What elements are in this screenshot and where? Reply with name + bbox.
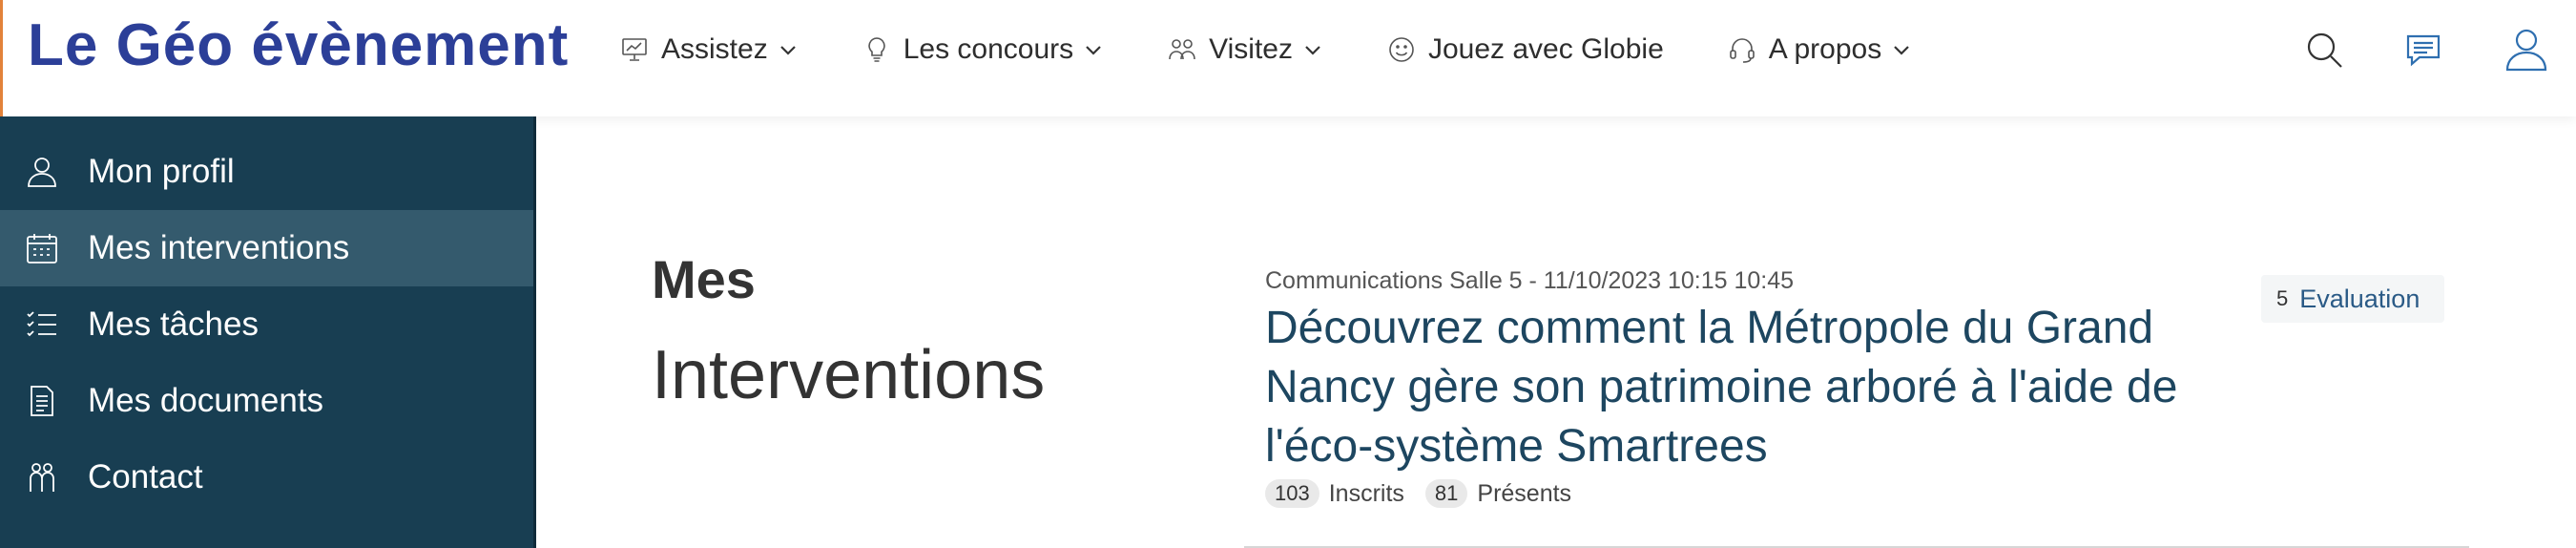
header-actions — [2299, 0, 2576, 99]
presentation-icon — [622, 38, 647, 61]
nav-item-assistez[interactable]: Assistez — [619, 33, 799, 66]
smiley-icon — [1389, 37, 1414, 62]
nav-item-concours[interactable]: Les concours — [862, 33, 1104, 66]
contact-icon — [30, 463, 54, 492]
lightbulb-icon — [867, 37, 885, 62]
messages-button[interactable] — [2399, 25, 2448, 74]
intervention-title-link[interactable]: Découvrez comment la Métropole du Grand … — [1265, 299, 2229, 476]
registered-label: Inscrits — [1328, 479, 1404, 507]
people-icon — [1169, 39, 1195, 60]
intervention-meta: Communications Salle 5 - 11/10/2023 10:1… — [1265, 267, 1795, 294]
sidebar: Mon profil Mes interventions Mes tâches … — [0, 116, 536, 548]
evaluation-label: Evaluation — [2299, 284, 2420, 313]
chevron-down-icon — [1086, 46, 1101, 55]
sidebar-item-contact[interactable]: Contact — [0, 439, 533, 516]
sidebar-item-interventions[interactable]: Mes interventions — [0, 210, 533, 286]
registered-count-badge: 103 — [1265, 479, 1319, 508]
nav-item-apropos[interactable]: A propos — [1727, 33, 1912, 66]
sidebar-item-label: Mes tâches — [88, 306, 259, 343]
sidebar-item-label: Contact — [88, 458, 203, 495]
user-icon — [28, 158, 56, 187]
user-icon — [2505, 29, 2547, 72]
nav-label: Les concours — [903, 33, 1074, 65]
evaluation-count: 5 — [2276, 286, 2289, 310]
nav-label: Jouez avec Globie — [1427, 33, 1664, 65]
present-count-badge: 81 — [1424, 479, 1468, 508]
sidebar-item-taches[interactable]: Mes tâches — [0, 286, 533, 363]
nav-label: Assistez — [661, 33, 768, 65]
page-title: Mes — [652, 249, 756, 309]
intervention-stats: 103 Inscrits 81 Présents — [1265, 479, 1592, 508]
messages-icon — [2406, 34, 2441, 67]
chevron-down-icon — [1305, 46, 1320, 55]
evaluation-button[interactable]: 5 Evaluation — [2261, 275, 2444, 323]
calendar-icon — [27, 234, 57, 263]
headset-icon — [1729, 38, 1755, 63]
search-button[interactable] — [2299, 25, 2349, 74]
nav-item-visitez[interactable]: Visitez — [1167, 33, 1323, 66]
nav-label: A propos — [1768, 33, 1882, 65]
sidebar-item-profil[interactable]: Mon profil — [0, 134, 533, 210]
sidebar-item-documents[interactable]: Mes documents — [0, 363, 533, 439]
main-nav: Assistez Les concours Visitez Jouez avec… — [619, 0, 1975, 99]
chevron-down-icon — [1894, 46, 1909, 55]
user-account-button[interactable] — [2502, 25, 2551, 74]
sidebar-item-label: Mes documents — [88, 382, 324, 419]
top-header: Le Géo évènement Assistez Les concours V… — [0, 0, 2576, 116]
present-label: Présents — [1477, 479, 1572, 507]
document-icon — [31, 386, 53, 416]
chevron-down-icon — [779, 46, 796, 55]
nav-item-jouez[interactable]: Jouez avec Globie — [1386, 33, 1664, 66]
checklist-icon — [27, 311, 56, 337]
sidebar-item-label: Mes interventions — [88, 229, 350, 266]
site-logo[interactable]: Le Géo évènement — [28, 11, 569, 79]
page-title-subtitle: Interventions — [652, 337, 1046, 413]
search-icon — [2307, 32, 2342, 68]
sidebar-item-label: Mon profil — [88, 153, 235, 190]
nav-label: Visitez — [1209, 33, 1293, 65]
